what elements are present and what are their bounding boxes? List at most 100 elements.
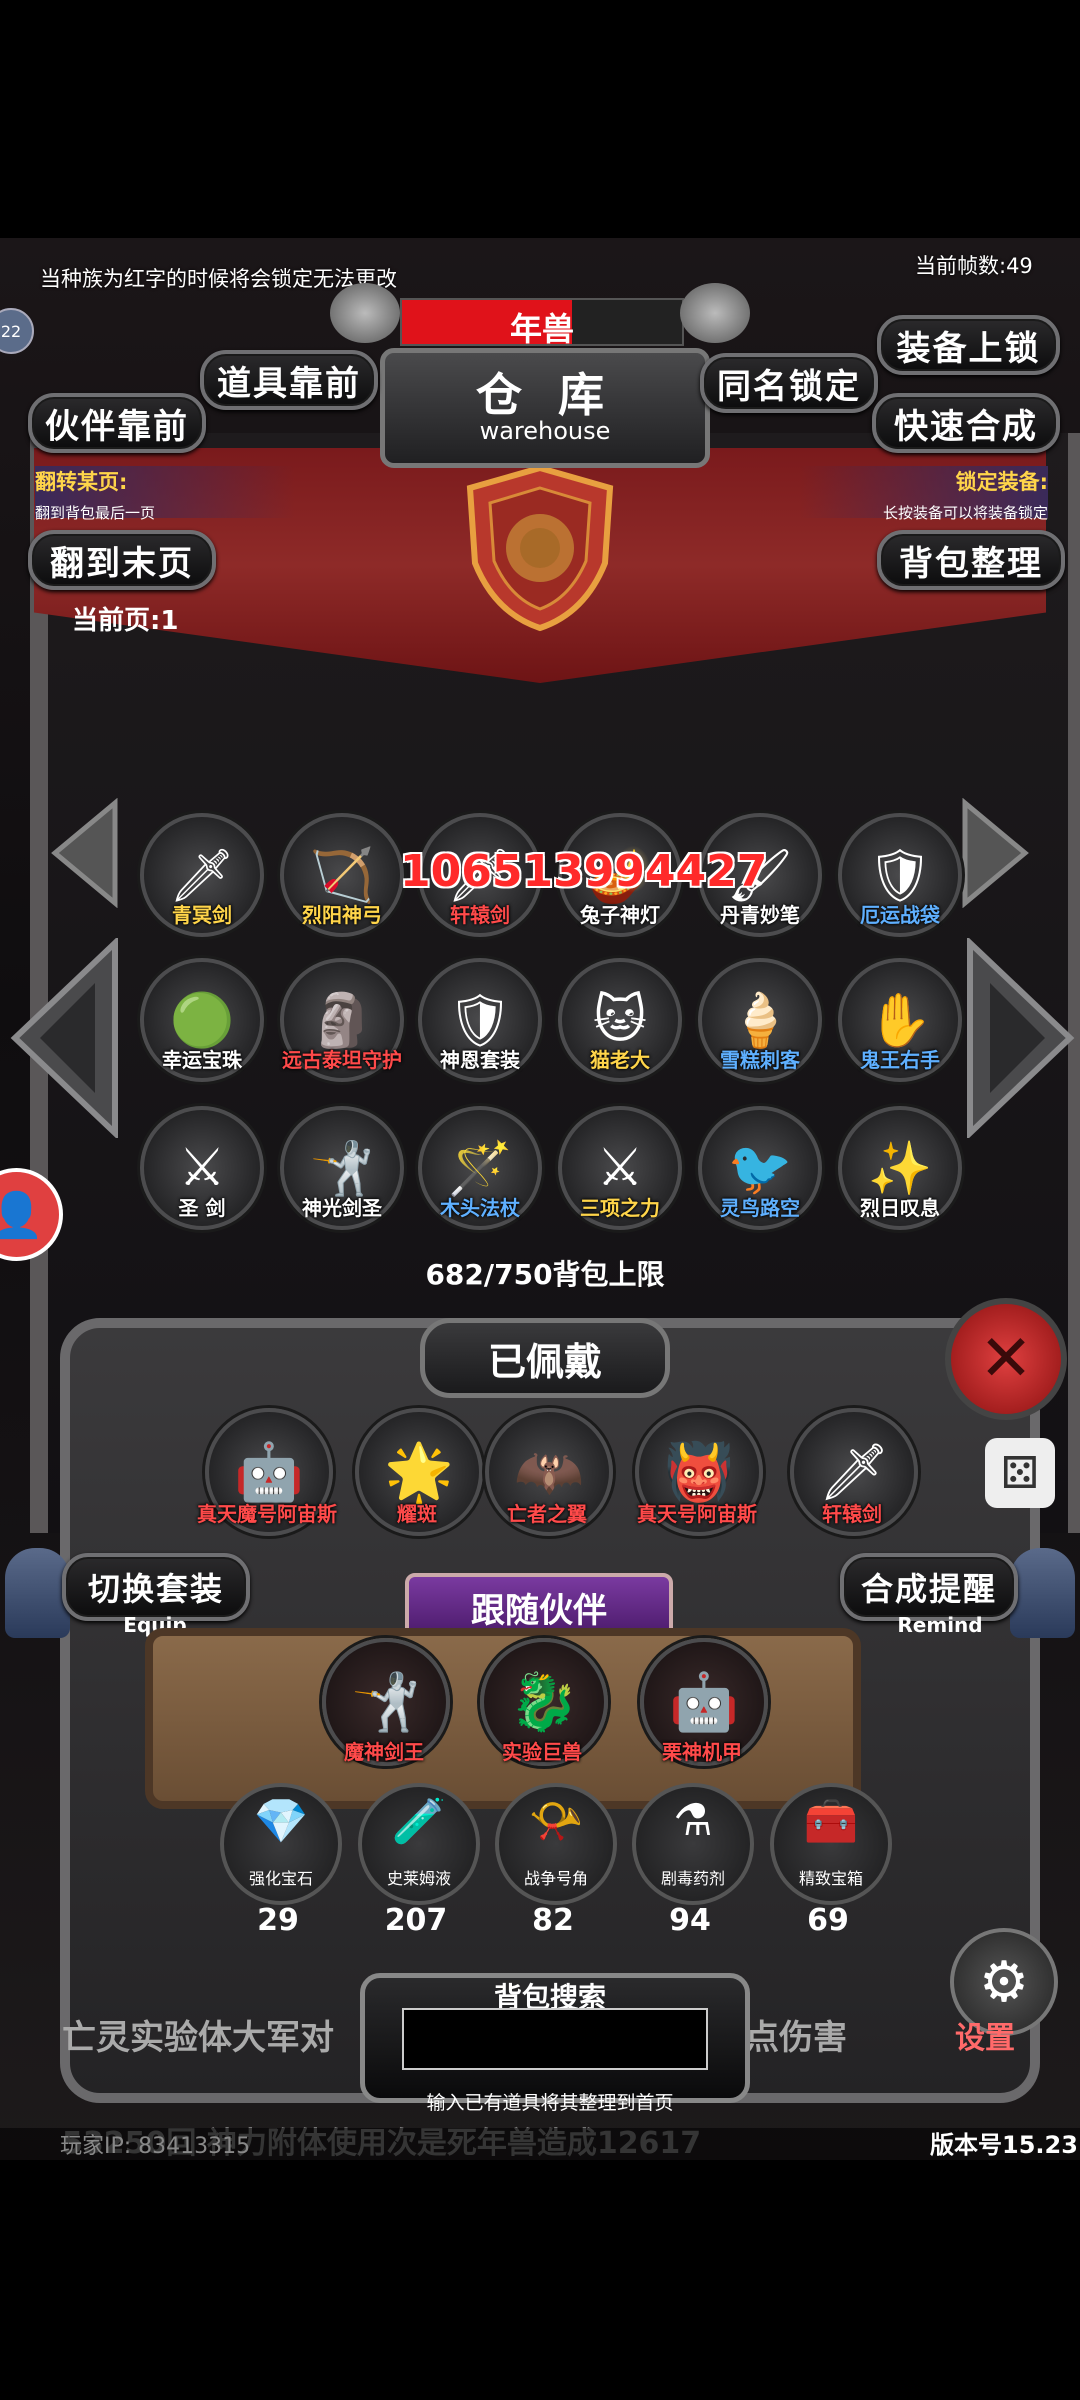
equip-lock-button[interactable]: 装备上锁 [877, 315, 1060, 375]
worn-item[interactable]: 🗡 轩辕剑 [790, 1408, 918, 1536]
search-hint: 输入已有道具将其整理到首页 [426, 2092, 674, 2114]
material-item[interactable]: 🧰 精致宝箱 [770, 1783, 892, 1905]
worn-item[interactable]: 🌟 耀斑 [355, 1408, 483, 1536]
boss-name: 年兽 [509, 310, 574, 348]
next-page-arrow-icon[interactable] [965, 938, 1075, 1138]
bag-item[interactable]: 🗿 远古泰坦守护 [280, 958, 404, 1082]
worn-title: 已佩戴 [420, 1318, 670, 1398]
bag-item-label: 烈日叹息 [860, 1196, 940, 1220]
worn-item[interactable]: 🦇 亡者之翼 [485, 1408, 613, 1536]
material-item[interactable]: 🧪 史莱姆液 [358, 1783, 480, 1905]
bag-item-label: 幸运宝珠 [162, 1048, 242, 1072]
bag-item-label: 神光剑圣 [302, 1196, 382, 1220]
bag-item-label: 猫老大 [590, 1048, 650, 1072]
item-front-button[interactable]: 道具靠前 [200, 350, 378, 410]
lion-crest-icon [466, 464, 614, 632]
gem-icon: 💎 [253, 1796, 309, 1847]
bag-item[interactable]: 🤺 神光剑圣 [280, 1106, 404, 1230]
material-item[interactable]: 💎 强化宝石 [220, 1783, 342, 1905]
bag-item-label: 远古泰坦守护 [282, 1048, 402, 1072]
bag-item[interactable]: 🗡 青冥剑 [140, 813, 264, 937]
damage-popup: 106513994427 [400, 846, 767, 897]
lock-equip-title: 锁定装备: [955, 470, 1048, 494]
bag-item[interactable]: 🏹 烈阳神弓 [280, 813, 404, 937]
bag-capacity: 682/750背包上限 [425, 1258, 665, 1291]
partner-item-label: 栗神机甲 [662, 1740, 742, 1764]
bag-item[interactable]: ⚔ 圣 剑 [140, 1106, 264, 1230]
material-item[interactable]: 📯 战争号角 [495, 1783, 617, 1905]
poison-icon: ⚗ [673, 1795, 713, 1846]
partner-item[interactable]: 🤺 魔神剑王 [322, 1638, 450, 1766]
bag-item-label: 神恩套装 [440, 1048, 520, 1072]
bag-item-label: 三项之力 [580, 1196, 660, 1220]
helmet-left-icon [5, 1548, 70, 1638]
next-page-small-arrow-icon[interactable] [960, 798, 1030, 908]
boss-hp-bar: 年兽 [400, 298, 684, 348]
search-input[interactable] [402, 2008, 708, 2070]
bag-item[interactable]: ✋ 鬼王右手 [838, 958, 962, 1082]
settings-label[interactable]: 设置 [955, 2013, 1015, 2057]
bag-item-label: 兔子神灯 [580, 903, 660, 927]
material-label: 强化宝石 [248, 1869, 313, 1888]
bag-item[interactable]: 🟢 幸运宝珠 [140, 958, 264, 1082]
dice-icon[interactable]: ⚄ [985, 1438, 1055, 1508]
bag-item-label: 圣 剑 [178, 1196, 226, 1220]
bag-item[interactable]: 🪄 木头法杖 [418, 1106, 542, 1230]
flip-page-desc: 翻到背包最后一页 [35, 504, 156, 522]
chest-icon: 🧰 [803, 1796, 859, 1847]
merge-reminder-button[interactable]: 合成提醒 [840, 1553, 1018, 1621]
close-button[interactable]: ✕ [945, 1298, 1067, 1420]
partner-front-button[interactable]: 伙伴靠前 [28, 393, 206, 453]
bag-item[interactable]: 🛡 厄运战袋 [838, 813, 962, 937]
helmet-right-icon [1010, 1548, 1075, 1638]
fps-counter: 当前帧数:49 [915, 254, 1033, 278]
skull-ornament-left-icon [330, 283, 400, 343]
bag-item[interactable]: 🍦 雪糕刺客 [698, 958, 822, 1082]
bag-item[interactable]: ⚔ 三项之力 [558, 1106, 682, 1230]
material-item[interactable]: ⚗ 剧毒药剂 [632, 1783, 754, 1905]
material-label: 剧毒药剂 [660, 1869, 725, 1888]
switch-outfit-button[interactable]: 切换套装 [62, 1553, 250, 1621]
sort-bag-button[interactable]: 背包整理 [877, 530, 1065, 590]
bag-item-label: 木头法杖 [440, 1196, 520, 1220]
bag-item-label: 烈阳神弓 [302, 903, 382, 927]
quick-merge-button[interactable]: 快速合成 [872, 393, 1060, 453]
bag-item[interactable]: 🐦 灵鸟路空 [698, 1106, 822, 1230]
material-label: 史莱姆液 [386, 1869, 451, 1888]
bag-item-label: 厄运战袋 [860, 903, 940, 927]
material-label: 精致宝箱 [798, 1869, 863, 1888]
prev-page-arrow-icon[interactable] [10, 938, 120, 1138]
worn-item-label: 真天魔号阿宙斯 [197, 1502, 337, 1526]
same-name-lock-button[interactable]: 同名锁定 [700, 353, 878, 413]
bag-item-label: 轩辕剑 [450, 903, 510, 927]
bag-item[interactable]: 🛡 神恩套装 [418, 958, 542, 1082]
flip-page-info: 翻转某页: 翻到背包最后一页 [35, 466, 295, 522]
prev-page-small-arrow-icon[interactable] [50, 798, 120, 908]
flip-page-title: 翻转某页: [35, 470, 128, 494]
ticker-left: 亡灵实验体大军对 [62, 2018, 334, 2058]
damage-popup-value: 10651399442 [400, 846, 737, 897]
warehouse-subtitle: warehouse [479, 417, 611, 445]
worn-item[interactable]: 👹 真天号阿宙斯 [635, 1408, 763, 1536]
partner-item-label: 实验巨兽 [502, 1740, 582, 1764]
bag-item[interactable]: ✨ 烈日叹息 [838, 1106, 962, 1230]
partner-item-label: 魔神剑王 [344, 1740, 424, 1764]
warehouse-title: 仓 库 [475, 368, 614, 422]
material-count: 69 [807, 1903, 849, 1938]
partner-item[interactable]: 🤖 栗神机甲 [640, 1638, 768, 1766]
material-count: 207 [384, 1903, 448, 1938]
current-page-label: 当前页:1 [72, 606, 179, 636]
lock-equip-desc: 长按装备可以将装备锁定 [882, 504, 1048, 522]
warehouse-plaque: 仓 库 warehouse [380, 348, 710, 468]
player-ip: 玩家IP: 83413315 [60, 2134, 251, 2159]
last-page-button[interactable]: 翻到末页 [28, 530, 216, 590]
bag-item-label: 丹青妙笔 [720, 903, 800, 927]
skull-ornament-right-icon [680, 283, 750, 343]
bag-item[interactable]: 🐱 猫老大 [558, 958, 682, 1082]
bag-item-label: 灵鸟路空 [720, 1196, 800, 1220]
worn-item[interactable]: 🤖 真天魔号阿宙斯 [197, 1408, 337, 1536]
partner-item[interactable]: 🐉 实验巨兽 [480, 1638, 608, 1766]
bag-item-label: 青冥剑 [172, 903, 232, 927]
close-icon: ✕ [979, 1322, 1033, 1396]
material-count: 29 [257, 1903, 299, 1938]
